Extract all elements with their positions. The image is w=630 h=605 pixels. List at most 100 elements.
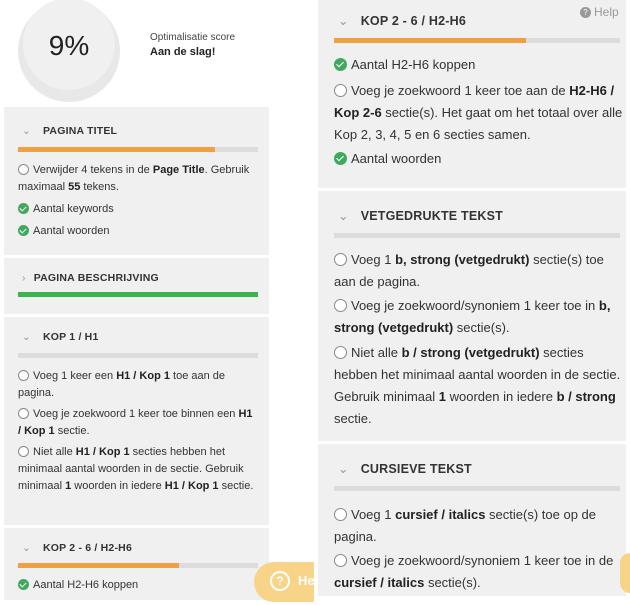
item-text: woorden in iedere xyxy=(71,480,165,492)
progress-bar xyxy=(18,353,258,358)
item-text: sectie. xyxy=(218,480,254,492)
check-circle-icon xyxy=(18,578,29,590)
progress-fill xyxy=(18,563,179,568)
progress-bar xyxy=(18,292,258,297)
chevron-down-icon: ⌄ xyxy=(338,462,349,476)
check-item: Aantal woorden xyxy=(334,148,622,170)
circle-outline-icon xyxy=(334,84,347,98)
item-strong: H1 / Kop 1 xyxy=(75,446,130,458)
section-title: CURSIEVE TEKST xyxy=(360,462,472,476)
chevron-down-icon: ⌄ xyxy=(338,14,349,28)
circle-outline-icon xyxy=(18,445,29,457)
check-item: Aantal keywords xyxy=(18,201,258,218)
item-strong: H1 / Kop 1 xyxy=(116,370,170,382)
check-item: Voeg je zoekwoord/synoniem 1 keer toe in… xyxy=(334,550,624,594)
section-header-pagina-titel[interactable]: ⌄ PAGINA TITEL xyxy=(22,125,117,137)
section-vetgedrukt: ⌄ VETGEDRUKTE TEKST Voeg 1 b, strong (vet… xyxy=(318,191,626,441)
section-header-vetgedrukt[interactable]: ⌄ VETGEDRUKTE TEKST xyxy=(338,208,503,223)
section-pagina-titel: ⌄ PAGINA TITEL Verwijder 4 tekens in de P… xyxy=(4,107,269,255)
check-item: Voeg je zoekwoord/synoniem 1 keer toe in… xyxy=(334,295,624,339)
item-strong: b / strong xyxy=(556,389,616,404)
item-strong: cursief / italics xyxy=(395,507,486,522)
check-circle-icon xyxy=(18,202,29,214)
item-text: sectie(s). xyxy=(453,320,510,335)
check-item: Voeg 1 keer een H1 / Kop 1 toe aan de pa… xyxy=(18,368,258,402)
progress-bar xyxy=(334,38,620,43)
item-strong: 1 xyxy=(438,389,446,404)
check-item: Voeg 1 b, strong (vetgedrukt) sectie(s) … xyxy=(334,249,624,293)
circle-outline-icon xyxy=(18,369,29,381)
section-title: KOP 2 - 6 / H2-H6 xyxy=(43,542,132,554)
circle-outline-icon xyxy=(334,554,347,568)
circle-outline-icon xyxy=(18,407,29,419)
item-text: Voeg 1 keer een xyxy=(33,370,117,382)
circle-outline-icon xyxy=(18,163,29,175)
section-header-kop1[interactable]: ⌄ KOP 1 / H1 xyxy=(22,331,99,343)
help-float-label: He xyxy=(298,573,315,588)
check-circle-icon xyxy=(18,224,29,236)
check-circle-icon xyxy=(334,152,347,166)
section-kop1: ⌄ KOP 1 / H1 Voeg 1 keer een H1 / Kop 1 t… xyxy=(4,317,269,525)
item-strong: b, strong (vetgedrukt) xyxy=(395,252,530,267)
seo-panel-left: 9% Optimalisatie score Aan de slag! ⌄ PAG… xyxy=(4,0,269,600)
progress-fill xyxy=(18,147,215,152)
item-strong: H1 / Kop 1 xyxy=(164,480,219,492)
item-text: tekens. xyxy=(80,181,119,193)
circle-outline-icon xyxy=(334,299,347,313)
section-header-cursief[interactable]: ⌄ CURSIEVE TEKST xyxy=(338,461,472,476)
item-strong: cursief / italics xyxy=(334,575,425,590)
item-text: Voeg je zoekwoord 1 keer toe aan de xyxy=(351,83,570,98)
chevron-down-icon: ⌄ xyxy=(338,209,349,223)
section-title: VETGEDRUKTE TEKST xyxy=(360,209,503,223)
score-area: 9% Optimalisatie score Aan de slag! xyxy=(4,0,269,104)
check-item: Aantal H2-H6 koppen xyxy=(18,577,258,594)
item-text: Aantal woorden xyxy=(351,151,442,166)
help-link[interactable]: ? Help xyxy=(580,5,619,19)
progress-fill xyxy=(334,38,526,43)
section-title: PAGINA BESCHRIJVING xyxy=(33,272,159,284)
item-text: woorden in iedere xyxy=(446,389,557,404)
item-text: Aantal woorden xyxy=(33,225,110,237)
item-strong: b / strong (vetgedrukt) xyxy=(401,345,540,360)
item-text: sectie(s). xyxy=(424,575,481,590)
score-value: 9% xyxy=(48,30,90,61)
section-cursief: ⌄ CURSIEVE TEKST Voeg 1 cursief / italics… xyxy=(318,444,626,596)
question-icon: ? xyxy=(270,571,290,591)
section-kop2-6: ⌄ KOP 2 - 6 / H2-H6 Aantal H2-H6 koppen xyxy=(4,528,269,600)
section-title: KOP 1 / H1 xyxy=(43,331,99,343)
check-circle-icon xyxy=(334,58,347,72)
item-strong: 55 xyxy=(68,181,81,193)
seo-panel-right: ⌄ KOP 2 - 6 / H2-H6 Aantal H2-H6 koppen V… xyxy=(318,0,626,596)
item-text: Verwijder 4 tekens in de xyxy=(33,164,153,176)
section-header-kop2-6[interactable]: ⌄ KOP 2 - 6 / H2-H6 xyxy=(338,13,466,28)
item-text: Voeg je zoekwoord/synoniem 1 keer toe in… xyxy=(351,553,614,568)
check-item: Voeg je zoekwoord 1 keer toe binnen een … xyxy=(18,406,258,440)
item-text: Niet alle xyxy=(33,446,76,458)
check-item: Aantal H2-H6 koppen xyxy=(334,54,622,76)
item-text: sectie. xyxy=(54,425,90,437)
item-text: Voeg 1 xyxy=(351,507,396,522)
section-kop2-6: ⌄ KOP 2 - 6 / H2-H6 Aantal H2-H6 koppen V… xyxy=(318,0,626,188)
item-text: Niet alle xyxy=(351,345,402,360)
progress-bar xyxy=(18,147,258,152)
circle-outline-icon xyxy=(334,253,347,267)
item-strong: Page Title xyxy=(152,164,205,176)
item-text: Voeg je zoekwoord/synoniem 1 keer toe in xyxy=(351,298,599,313)
item-text: Voeg 1 xyxy=(351,252,396,267)
check-item: Voeg je zoekwoord 1 keer toe aan de H2-H… xyxy=(334,80,624,146)
item-text: sectie. xyxy=(334,411,372,426)
chevron-down-icon: ⌄ xyxy=(22,331,31,343)
check-item: Voeg 1 cursief / italics sectie(s) toe o… xyxy=(334,504,624,548)
score-label: Optimalisatie score xyxy=(150,32,236,43)
item-text: Aantal H2-H6 koppen xyxy=(351,57,476,72)
chevron-down-icon: ⌄ xyxy=(22,542,31,554)
check-item: Niet alle H1 / Kop 1 secties hebben het … xyxy=(18,444,258,495)
help-float-button-edge[interactable] xyxy=(620,553,630,593)
help-link-label: Help xyxy=(594,5,619,19)
question-icon: ? xyxy=(580,7,591,18)
section-header-kop2-6[interactable]: ⌄ KOP 2 - 6 / H2-H6 xyxy=(22,542,132,554)
chevron-down-icon: ⌄ xyxy=(22,125,31,137)
chevron-right-icon: › xyxy=(22,272,26,284)
section-title: PAGINA TITEL xyxy=(43,125,118,137)
section-header-pagina-beschrijving[interactable]: › PAGINA BESCHRIJVING xyxy=(22,272,159,284)
